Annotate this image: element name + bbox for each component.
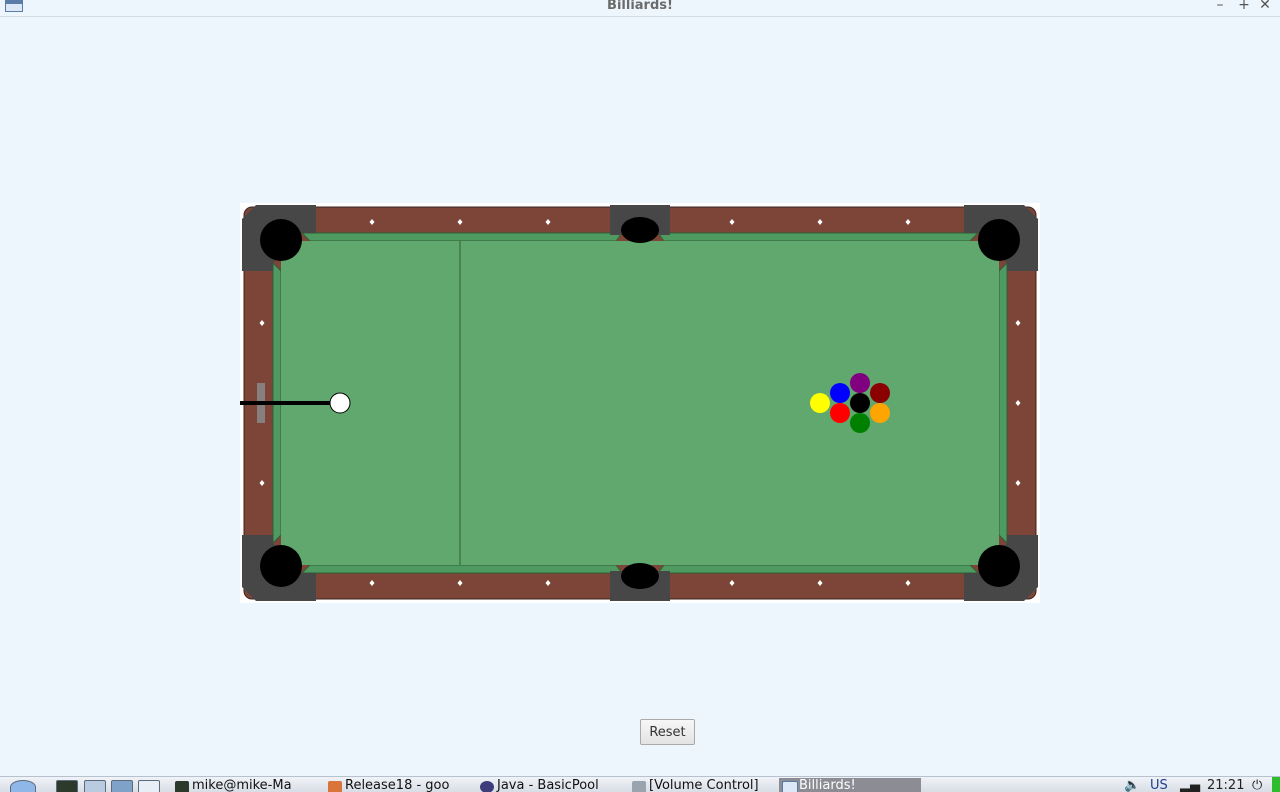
ball-blue[interactable] bbox=[830, 383, 850, 403]
terminal-launcher-icon[interactable] bbox=[56, 780, 78, 792]
cushion-top-left bbox=[300, 232, 623, 242]
close-button[interactable]: ✕ bbox=[1257, 0, 1273, 13]
speaker-icon[interactable]: 🔈 bbox=[1124, 778, 1140, 792]
task-volume-control[interactable]: [Volume Control] bbox=[629, 778, 777, 792]
task-label: Billiards! bbox=[799, 778, 856, 792]
ball-red[interactable] bbox=[830, 403, 850, 423]
title-bar: Billiards! – + ✕ bbox=[0, 0, 1280, 17]
task-label: Release18 - goo bbox=[345, 778, 450, 792]
keyboard-layout[interactable]: US bbox=[1150, 778, 1168, 792]
terminal-icon bbox=[175, 781, 189, 792]
task-label: [Volume Control] bbox=[649, 778, 759, 792]
browser-icon bbox=[328, 781, 342, 792]
task-eclipse[interactable]: Java - BasicPool bbox=[477, 778, 625, 792]
table-felt bbox=[281, 241, 999, 565]
show-desktop-icon[interactable] bbox=[138, 780, 160, 792]
eclipse-icon bbox=[480, 781, 494, 792]
pocket-top-left bbox=[260, 219, 302, 261]
pool-table[interactable] bbox=[180, 203, 1040, 603]
cue-ball[interactable] bbox=[329, 392, 351, 414]
task-label: mike@mike-Ma bbox=[192, 778, 292, 792]
ball-maroon[interactable] bbox=[870, 383, 890, 403]
task-label: Java - BasicPool bbox=[497, 778, 599, 792]
battery-indicator bbox=[1272, 777, 1280, 792]
cushion-top-right bbox=[657, 232, 980, 242]
game-canvas[interactable] bbox=[180, 203, 1040, 603]
pocket-bottom-middle bbox=[621, 563, 659, 589]
pocket-top-middle bbox=[621, 217, 659, 243]
network-signal-icon[interactable]: ▂▄ bbox=[1180, 778, 1200, 792]
file-manager-launcher-icon[interactable] bbox=[84, 780, 106, 792]
cushion-bottom-left bbox=[300, 564, 623, 574]
pocket-bottom-right bbox=[978, 545, 1020, 587]
minimize-button[interactable]: – bbox=[1212, 0, 1228, 13]
power-icon[interactable]: ⏻ bbox=[1252, 778, 1262, 792]
ball-purple[interactable] bbox=[850, 373, 870, 393]
pocket-bottom-left bbox=[260, 545, 302, 587]
ball-green[interactable] bbox=[850, 413, 870, 433]
task-browser[interactable]: Release18 - goo bbox=[325, 778, 473, 792]
pocket-top-right bbox=[978, 219, 1020, 261]
cushion-bottom-right bbox=[657, 564, 980, 574]
clock[interactable]: 21:21 bbox=[1207, 778, 1244, 792]
task-billiards[interactable]: Billiards! bbox=[779, 778, 921, 792]
reset-button[interactable]: Reset bbox=[640, 719, 695, 745]
start-menu-icon[interactable] bbox=[10, 780, 36, 792]
maximize-button[interactable]: + bbox=[1236, 0, 1252, 13]
network-launcher-icon[interactable] bbox=[111, 780, 133, 792]
cushion-right bbox=[998, 261, 1008, 545]
window-title: Billiards! bbox=[607, 0, 673, 13]
taskbar: mike@mike-Ma Release18 - goo Java - Basi… bbox=[0, 776, 1280, 792]
ball-orange[interactable] bbox=[870, 403, 890, 423]
volume-control-icon bbox=[632, 781, 646, 792]
ball-yellow[interactable] bbox=[810, 393, 830, 413]
ball-black[interactable] bbox=[850, 393, 870, 413]
window-icon bbox=[782, 781, 798, 792]
task-terminal[interactable]: mike@mike-Ma bbox=[172, 778, 320, 792]
